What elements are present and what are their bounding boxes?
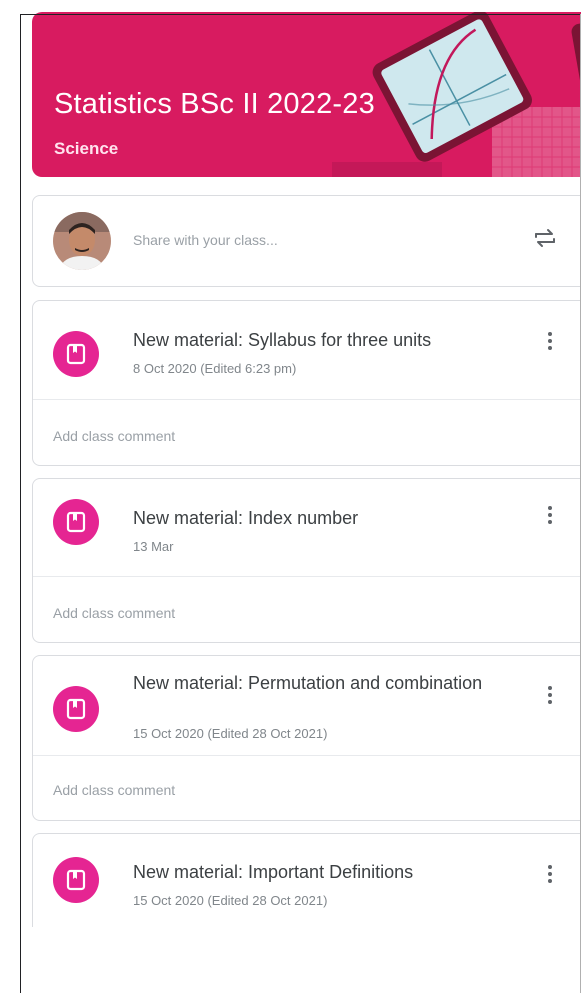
class-stream: Statistics BSc II 2022-23 Science Share … [0, 0, 581, 993]
share-input[interactable]: Share with your class... [133, 232, 278, 248]
post-card[interactable]: New material: Permutation and combinatio… [32, 655, 581, 821]
more-options-icon[interactable] [547, 332, 553, 353]
class-title: Statistics BSc II 2022-23 [54, 88, 375, 120]
post-date: 13 Mar [133, 539, 174, 554]
post-date: 15 Oct 2020 (Edited 28 Oct 2021) [133, 726, 328, 741]
post-date: 8 Oct 2020 (Edited 6:23 pm) [133, 361, 297, 376]
divider [33, 755, 581, 756]
share-box[interactable]: Share with your class... [32, 195, 581, 287]
more-options-icon[interactable] [547, 865, 553, 886]
material-icon [53, 499, 99, 545]
post-title[interactable]: New material: Syllabus for three units [133, 328, 521, 353]
material-icon [53, 331, 99, 377]
post-title[interactable]: New material: Permutation and combinatio… [133, 671, 521, 696]
post-card[interactable]: New material: Syllabus for three units 8… [32, 300, 581, 466]
post-title[interactable]: New material: Important Definitions [133, 860, 521, 885]
add-comment-link[interactable]: Add class comment [53, 428, 175, 444]
class-banner[interactable]: Statistics BSc II 2022-23 Science [32, 12, 581, 177]
more-options-icon[interactable] [547, 506, 553, 527]
frame-border [20, 14, 581, 15]
add-comment-link[interactable]: Add class comment [53, 782, 175, 798]
divider [33, 399, 581, 400]
post-date: 15 Oct 2020 (Edited 28 Oct 2021) [133, 893, 328, 908]
frame-border [20, 14, 21, 993]
more-options-icon[interactable] [547, 686, 553, 707]
material-icon [53, 857, 99, 903]
post-card[interactable]: New material: Important Definitions 15 O… [32, 833, 581, 927]
material-icon [53, 686, 99, 732]
class-section: Science [54, 139, 119, 158]
post-card[interactable]: New material: Index number 13 Mar Add cl… [32, 478, 581, 643]
add-comment-link[interactable]: Add class comment [53, 605, 175, 621]
post-title[interactable]: New material: Index number [133, 506, 521, 531]
divider [33, 576, 581, 577]
repost-icon[interactable] [533, 224, 557, 257]
avatar [53, 212, 111, 270]
